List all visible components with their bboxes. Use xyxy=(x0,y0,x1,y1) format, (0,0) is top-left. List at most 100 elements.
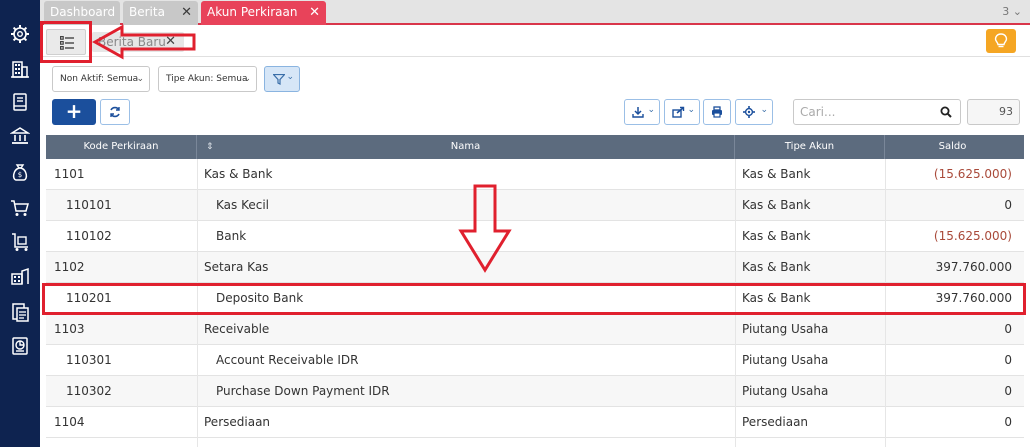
print-button[interactable] xyxy=(703,99,731,125)
trolley-icon[interactable] xyxy=(10,232,30,252)
record-count: 93 xyxy=(967,99,1020,125)
cell-saldo: 0 xyxy=(1004,353,1012,367)
tab-bar: Dashboard Berita ✕ Akun Perkiraan ✕ 3 ⌄ xyxy=(40,0,1030,25)
cell-nama: Receivable xyxy=(204,322,270,336)
chevron-down-icon: ⌄ xyxy=(760,105,768,115)
table-row[interactable]: 110101 Kas Kecil Kas & Bank 0 xyxy=(46,190,1024,221)
cell-saldo: 0 xyxy=(1004,198,1012,212)
cell-saldo: (15.625.000) xyxy=(933,229,1012,243)
cell-tipe-akun: Kas & Bank xyxy=(742,167,811,181)
chevron-down-icon: ⌄ xyxy=(687,105,695,115)
table-row[interactable]: 110102 Bank Kas & Bank (15.625.000) xyxy=(46,221,1024,252)
cell-kode: 1104 xyxy=(54,415,85,429)
tips-button[interactable] xyxy=(986,29,1016,53)
cell-kode: 110301 xyxy=(66,353,112,367)
annotation-arrow-down xyxy=(458,184,512,273)
left-navigation: $ xyxy=(0,0,40,447)
cell-kode: 110101 xyxy=(66,198,112,212)
tab-akun-perkiraan[interactable]: Akun Perkiraan ✕ xyxy=(201,1,326,25)
settings-icon[interactable] xyxy=(10,24,30,44)
annotation-highlight-row-deposito xyxy=(42,283,1026,315)
export-icon xyxy=(672,106,685,118)
chevron-down-icon: ⌄ xyxy=(243,74,251,84)
app-window: $ Dashboard Berita ✕ Akun Perkiraan ✕ 3 … xyxy=(0,0,1030,447)
cell-kode: 1101 xyxy=(54,167,85,181)
cell-nama: Account Receivable IDR xyxy=(216,353,359,367)
cell-saldo: 0 xyxy=(1004,384,1012,398)
filter-button[interactable]: ⌄ xyxy=(264,66,300,92)
cell-saldo: 397.760.000 xyxy=(935,260,1012,274)
non-aktif-filter-select[interactable]: Non Aktif: Semua ⌄ xyxy=(52,66,150,92)
header-label: Nama xyxy=(450,141,481,152)
bank-icon[interactable] xyxy=(9,126,31,146)
tab-label: Akun Perkiraan xyxy=(207,5,298,19)
cell-nama: Bank xyxy=(216,229,247,243)
tab-count-dropdown[interactable]: 3 ⌄ xyxy=(1002,5,1022,18)
tipe-akun-filter-select[interactable]: Tipe Akun: Semua ⌄ xyxy=(158,66,257,92)
cell-tipe-akun: Kas & Bank xyxy=(742,198,811,212)
tab-label: Dashboard xyxy=(50,5,116,19)
warehouse-icon[interactable] xyxy=(10,266,30,286)
chevron-down-icon: ⌄ xyxy=(647,105,655,115)
cell-nama: Purchase Down Payment IDR xyxy=(216,384,390,398)
building-icon[interactable] xyxy=(10,59,30,79)
cell-tipe-akun: Persediaan xyxy=(742,415,809,429)
cell-tipe-akun: Kas & Bank xyxy=(742,260,811,274)
table-row[interactable]: 1103 Receivable Piutang Usaha 0 xyxy=(46,314,1024,345)
refresh-icon xyxy=(110,106,120,118)
filter-value: Tipe Akun: Semua xyxy=(166,74,248,84)
settings-dropdown-button[interactable]: ⌄ xyxy=(735,99,773,125)
cell-saldo: 0 xyxy=(1004,415,1012,429)
cell-nama: Kas & Bank xyxy=(204,167,273,181)
printer-icon xyxy=(712,106,722,118)
chevron-down-icon: ⌄ xyxy=(136,74,144,84)
cell-tipe-akun: Piutang Usaha xyxy=(742,322,829,336)
cell-tipe-akun: Piutang Usaha xyxy=(742,384,829,398)
table-row[interactable]: 1101 Kas & Bank Kas & Bank (15.625.000) xyxy=(46,159,1024,190)
header-tipe-akun[interactable]: Tipe Akun xyxy=(735,135,885,159)
annotation-arrow-left xyxy=(92,24,196,60)
export-button[interactable]: ⌄ xyxy=(664,99,700,125)
svg-text:$: $ xyxy=(18,171,22,179)
download-button[interactable]: ⌄ xyxy=(624,99,660,125)
cell-saldo: (15.625.000) xyxy=(933,167,1012,181)
add-button[interactable]: + xyxy=(52,99,96,125)
tab-berita[interactable]: Berita ✕ xyxy=(123,1,198,25)
cell-tipe-akun: Kas & Bank xyxy=(742,229,811,243)
cell-nama: Persediaan xyxy=(204,415,271,429)
book-icon[interactable] xyxy=(10,92,30,112)
lightbulb-icon xyxy=(994,33,1008,48)
money-bag-icon[interactable]: $ xyxy=(10,162,30,182)
gear-icon xyxy=(743,106,755,118)
table-row[interactable]: 1102 Setara Kas Kas & Bank 397.760.000 xyxy=(46,252,1024,283)
cell-kode: 110102 xyxy=(66,229,112,243)
cell-kode: 110302 xyxy=(66,384,112,398)
tab-count: 3 xyxy=(1002,5,1010,18)
report-icon[interactable] xyxy=(10,336,30,356)
search-box xyxy=(793,99,961,125)
search-input[interactable] xyxy=(800,103,930,121)
cell-nama: Setara Kas xyxy=(204,260,269,274)
download-icon xyxy=(632,107,644,118)
plus-icon: + xyxy=(65,99,83,123)
cart-icon[interactable] xyxy=(10,198,30,218)
table-row[interactable]: 110302 Purchase Down Payment IDR Piutang U… xyxy=(46,376,1024,407)
table-row[interactable]: 110301 Account Receivable IDR Piutang Usah… xyxy=(46,345,1024,376)
funnel-icon xyxy=(273,74,285,85)
chevron-down-icon: ⌄ xyxy=(286,72,294,82)
document-icon[interactable] xyxy=(10,302,30,322)
search-icon[interactable] xyxy=(940,106,952,118)
close-icon[interactable]: ✕ xyxy=(309,1,320,24)
close-icon[interactable]: ✕ xyxy=(181,1,192,24)
cell-kode: 1102 xyxy=(54,260,85,274)
header-nama[interactable]: ⇕ Nama xyxy=(197,135,735,159)
cell-kode: 1103 xyxy=(54,322,85,336)
header-saldo[interactable]: Saldo xyxy=(885,135,1020,159)
cell-nama: Kas Kecil xyxy=(216,198,269,212)
header-kode-perkiraan[interactable]: Kode Perkiraan xyxy=(46,135,197,159)
table-row[interactable]: 1104 Persediaan Persediaan 0 xyxy=(46,407,1024,438)
refresh-button[interactable] xyxy=(100,99,130,125)
sort-icon[interactable]: ⇕ xyxy=(206,135,214,159)
annotation-highlight-list-toggle xyxy=(40,21,92,63)
table-header: Kode Perkiraan ⇕ Nama Tipe Akun Saldo xyxy=(46,135,1024,159)
